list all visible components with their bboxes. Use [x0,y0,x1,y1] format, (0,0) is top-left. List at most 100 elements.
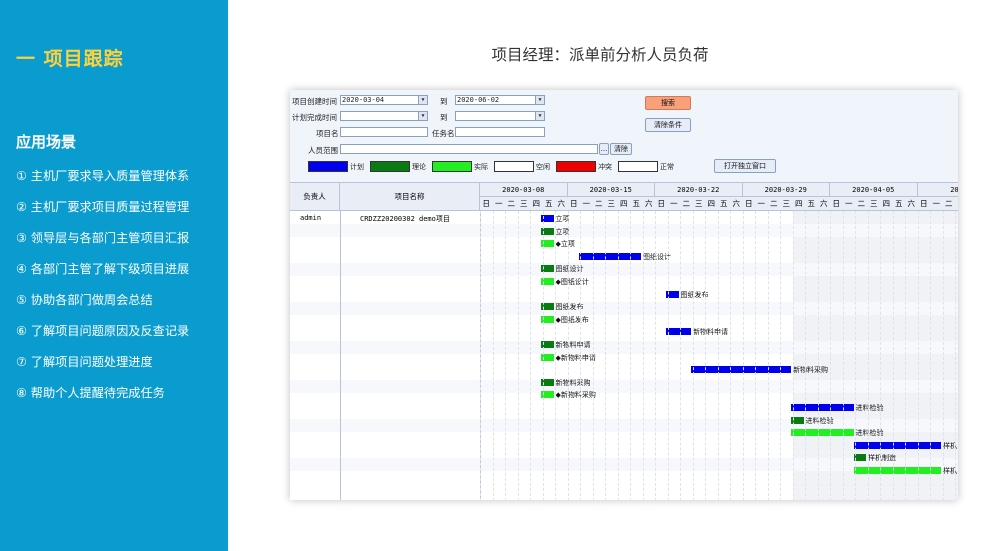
project-name-input[interactable] [340,127,428,137]
created-from-value: 2020-03-04 [342,96,385,104]
sidebar-title: 一 项目跟踪 [16,48,124,70]
table-row [290,315,958,328]
created-to-value: 2020-06-02 [457,96,500,104]
day-label: 二 [507,199,516,208]
reset-button[interactable]: 清除条件 [645,118,691,132]
day-gridline [817,211,819,500]
task-name-input[interactable] [455,127,545,137]
day-label: 六 [645,199,653,208]
table-row [290,484,958,497]
owner-column-header[interactable]: 负责人 [290,183,340,211]
day-gridline [692,211,694,500]
day-gridline [830,211,831,500]
chevron-down-icon[interactable]: ▼ [418,112,427,120]
day-label: 五 [895,199,903,208]
table-row [290,237,958,250]
staff-input[interactable] [340,144,598,154]
task-bar-label: 新物料申请 [693,328,728,337]
day-label: 六 [907,199,916,208]
day-gridline [917,211,919,500]
day-label: 三 [955,197,959,211]
filter-panel: 项目创建时间 2020-03-04 ▼ 到 2020-06-02 ▼ 计划完成时间 … [290,90,958,182]
day-label: 三 [607,199,616,208]
day-gridline [867,211,869,500]
chevron-down-icon[interactable]: ▼ [418,96,427,104]
day-gridline [955,211,956,500]
owner-cell[interactable]: admin [300,214,321,222]
day-label: 五 [807,199,816,208]
day-label: 日 [832,199,841,208]
day-label: 五 [632,199,641,208]
day-gridline [805,211,806,500]
day-gridline [780,211,781,500]
list-item: ④ 各部门主管了解下级项目进展 [16,262,190,276]
planned-from-input[interactable]: ▼ [340,111,428,121]
task-bar-label: 新物料申请 [555,341,591,349]
task-bar-label: ◆新物料采购 [555,391,596,400]
planned-to-input[interactable]: ▼ [455,111,545,121]
task-bar-label: ◆图纸设计 [555,278,589,286]
table-row [290,380,958,393]
table-row [290,341,958,354]
day-label: 二 [945,199,953,208]
table-row [290,302,958,315]
task-bar[interactable] [691,366,791,374]
day-label: 五 [545,199,553,208]
created-from-input[interactable]: 2020-03-04 ▼ [340,95,428,105]
day-gridline [942,211,944,500]
task-bar-label: 新物料采购 [555,378,591,387]
day-label: 四 [707,199,716,208]
day-gridline [792,211,794,500]
legend-label: 理论 [412,163,426,171]
table-row [290,276,958,289]
week-label: 2020-03-15 [567,183,655,197]
day-gridline [892,211,894,500]
day-label: 一 [757,199,766,208]
day-gridline [755,211,756,500]
task-bar-label: ◆新物料申请 [555,353,596,362]
day-label: 四 [620,199,628,208]
created-to-input[interactable]: 2020-06-02 ▼ [455,95,545,105]
chevron-down-icon[interactable]: ▼ [535,112,544,120]
task-bar[interactable] [578,252,641,260]
sidebar-subtitle: 应用场景 [16,133,77,151]
day-gridline [642,211,644,500]
gantt-grid: 负责人 项目名称 日一二三四五六日一二三四五六日一二三四五六日一二三四五六日一二… [290,182,958,500]
day-label: 二 [595,199,603,208]
day-gridline [680,211,681,500]
day-label: 三 [695,199,703,208]
day-label: 三 [782,199,791,208]
to-label: 到 [440,97,448,106]
list-item: ⑦ 了解项目问题处理进度 [16,355,153,369]
task-bar[interactable] [791,404,854,411]
day-gridline [930,211,931,500]
table-row [290,328,958,341]
day-gridline [567,211,569,500]
day-label: 五 [720,199,728,208]
legend-label: 计划 [350,163,364,171]
day-gridline [592,211,594,500]
page-title: 项目经理：派单前分析人员负荷 [491,46,709,64]
list-item: ⑧ 帮助个人提醒待完成任务 [16,386,165,400]
day-label: 四 [795,199,803,208]
task-bar[interactable] [666,328,691,336]
chevron-down-icon[interactable]: ▼ [535,96,544,104]
day-label: 一 [845,199,853,208]
project-column-header[interactable]: 项目名称 [340,183,480,211]
clear-staff-button[interactable]: 清除 [610,143,632,155]
open-window-button[interactable]: 打开独立窗口 [714,159,776,173]
search-button[interactable]: 搜索 [645,96,691,110]
column-divider [340,211,341,500]
legend-swatch [432,161,472,172]
project-cell[interactable]: CRDZZ20200302 demo项目 [360,214,450,224]
day-gridline [617,211,619,500]
week-label: 2020-03-29 [742,183,830,197]
day-label: 四 [882,199,891,208]
staff-picker-button[interactable]: ... [599,143,609,155]
day-label: 一 [582,199,591,208]
scenario-list: ① 主机厂要求导入质量管理体系 ② 主机厂要求项目质量过程管理 ③ 领导层与各部… [16,166,189,414]
legend-label: 正常 [660,163,674,171]
task-bar[interactable] [791,429,854,437]
day-gridline [542,211,544,500]
day-label: 日 [482,199,491,208]
